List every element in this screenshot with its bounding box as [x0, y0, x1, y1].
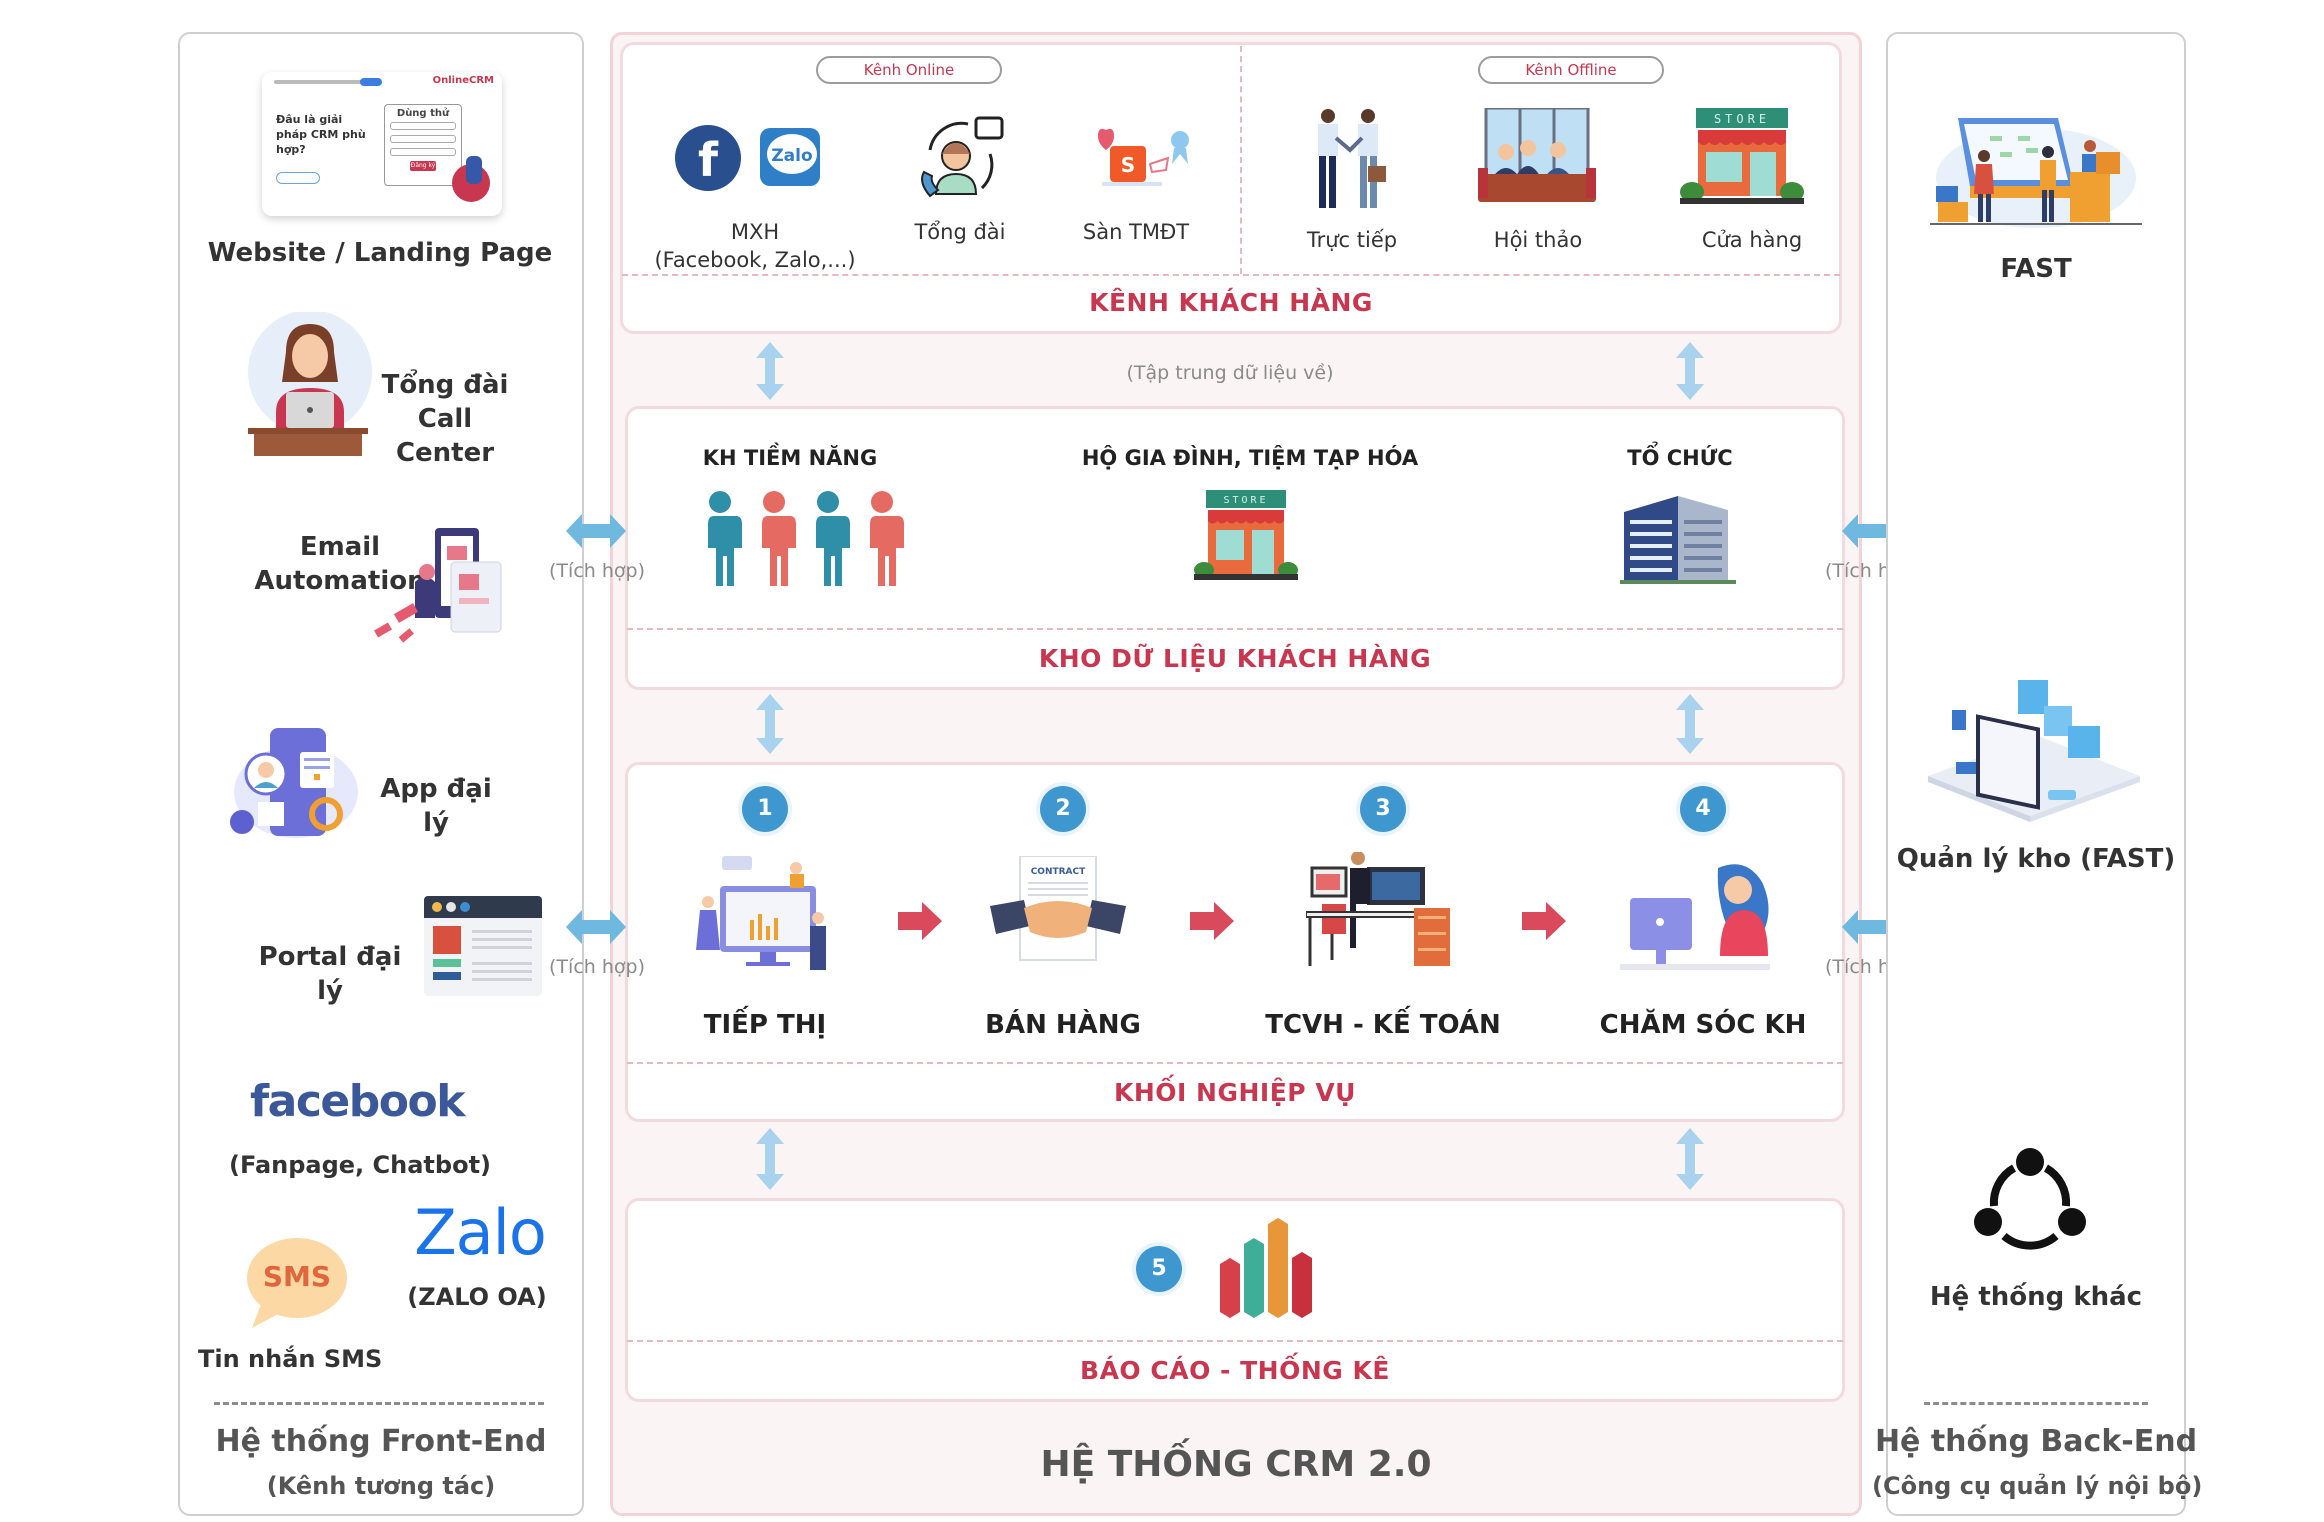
call-center-icon: [916, 116, 1006, 202]
mock-form-title: Dùng thử: [396, 108, 450, 119]
flow-arrow-icon: [898, 902, 942, 940]
vertical-double-arrow-icon: [1676, 694, 1704, 754]
accounting-icon: [1306, 852, 1458, 972]
flow-arrow-icon: [1190, 902, 1234, 940]
ecommerce-channel-label: Sàn TMĐT: [1082, 220, 1190, 244]
zalo-logo: Zalo: [414, 1196, 547, 1269]
svg-text:S: S: [1121, 153, 1135, 177]
vertical-double-arrow-icon: [756, 1128, 784, 1190]
sms-bubble-icon: SMS: [242, 1236, 352, 1330]
step-sales-label: BÁN HÀNG: [985, 1010, 1141, 1040]
crm-system-title: HỆ THỐNG CRM 2.0: [1040, 1444, 1432, 1485]
step-number-badge: 1: [742, 786, 788, 832]
handshake-icon: [1310, 108, 1390, 216]
offline-channel-pill: Kênh Offline: [1478, 56, 1664, 84]
front-end-divider: [214, 1402, 544, 1405]
website-label: Website / Landing Page: [207, 238, 553, 268]
households-label: HỘ GIA ĐÌNH, TIỆM TẠP HÓA: [1081, 446, 1419, 470]
vertical-double-arrow-icon: [756, 694, 784, 754]
facebook-label: (Fanpage, Chatbot): [228, 1151, 492, 1179]
people-group-icon: [694, 490, 910, 586]
svg-text:f: f: [698, 133, 719, 187]
reports-title: BÁO CÁO - THỐNG KÊ: [1080, 1356, 1390, 1385]
office-building-icon: [1616, 490, 1740, 586]
online-channel-pill: Kênh Online: [816, 56, 1002, 84]
back-end-title: Hệ thống Back-End: [1874, 1424, 2198, 1459]
seminar-channel-label: Hội thảo: [1493, 228, 1583, 252]
flow-arrow-icon: [1522, 902, 1566, 940]
website-landing-illustration: OnlineCRM Đâu là giải pháp CRM phù hợp? …: [262, 72, 502, 216]
warehouse-management-icon: [1928, 666, 2140, 822]
call-center-channel-label: Tổng đài: [914, 220, 1006, 244]
agent-portal-icon: [424, 896, 542, 996]
organization-label: TỔ CHỨC: [1627, 446, 1733, 470]
step-number-badge: 4: [1680, 786, 1726, 832]
vertical-double-arrow-icon: [756, 342, 784, 400]
grocery-store-icon: STORE: [1184, 490, 1308, 582]
vertical-double-arrow-icon: [1676, 342, 1704, 400]
step-number-badge: 3: [1360, 786, 1406, 832]
store-channel-label: Cửa hàng: [1701, 228, 1803, 252]
fast-label: FAST: [2000, 254, 2072, 284]
sms-label: Tin nhắn SMS: [198, 1345, 383, 1373]
vertical-double-arrow-icon: [1676, 1128, 1704, 1190]
email-automation-icon: [355, 522, 515, 652]
step-number-badge: 2: [1040, 786, 1086, 832]
direct-channel-label: Trực tiếp: [1306, 228, 1398, 252]
fast-accounting-icon: [1930, 108, 2142, 232]
mock-register-button: Đăng ký: [410, 161, 436, 171]
store-sign-text: STORE: [1223, 495, 1268, 506]
zalo-label: (ZALO OA): [407, 1283, 547, 1311]
online-offline-divider: [1240, 46, 1242, 274]
agent-portal-label: Portal đại lý: [258, 942, 402, 1006]
mock-headline: Đâu là giải pháp CRM phù hợp?: [276, 113, 366, 156]
svg-text:Zalo: Zalo: [771, 146, 812, 166]
back-end-subtitle: (Công cụ quản lý nội bộ): [1872, 1472, 2203, 1500]
front-end-title: Hệ thống Front-End: [215, 1424, 547, 1459]
warehouse-label: Quản lý kho (FAST): [1896, 844, 2176, 874]
agent-app-icon: [228, 722, 368, 842]
horizontal-double-arrow-icon: [566, 514, 626, 548]
agent-app-label: App đại lý: [380, 774, 492, 838]
ecommerce-icon: S: [1088, 124, 1194, 190]
store-sign-text: STORE: [1714, 112, 1770, 126]
business-operations-title: KHỐI NGHIỆP VỤ: [1114, 1078, 1356, 1107]
social-channel-label: MXH (Facebook, Zalo,...): [654, 220, 856, 272]
integration-note: (Tích hợp): [549, 956, 645, 978]
front-end-subtitle: (Kênh tương tác): [266, 1472, 496, 1500]
sales-contract-icon: CONTRACT: [990, 856, 1126, 968]
facebook-logo: facebook: [250, 1076, 465, 1127]
call-center-agent-icon: [246, 312, 376, 462]
collect-data-note: (Tập trung dữ liệu về): [1126, 362, 1334, 384]
customer-care-icon: [1620, 860, 1780, 972]
customer-data-title: KHO DỮ LIỆU KHÁCH HÀNG: [1038, 644, 1432, 673]
store-icon: STORE: [1680, 108, 1804, 206]
bar-chart-icon: [1216, 1218, 1332, 1318]
customer-channels-title: KÊNH KHÁCH HÀNG: [1089, 288, 1373, 317]
other-systems-share-icon: [1972, 1148, 2088, 1258]
step-customer-care-label: CHĂM SÓC KH: [1599, 1010, 1807, 1040]
facebook-zalo-icon: f Zalo: [674, 124, 824, 194]
step-accounting-label: TCVH - KẾ TOÁN: [1265, 1010, 1501, 1040]
marketing-icon: [690, 856, 846, 976]
call-center-label: Tổng đài Call Center: [381, 370, 509, 468]
step-marketing-label: TIẾP THỊ: [703, 1010, 827, 1040]
step-number-badge: 5: [1136, 1246, 1182, 1292]
potential-customers-label: KH TIỀM NĂNG: [702, 446, 878, 470]
contract-text: CONTRACT: [1031, 867, 1086, 877]
horizontal-double-arrow-icon: [566, 910, 626, 944]
integration-note: (Tích hợp): [549, 560, 645, 582]
mock-brand: OnlineCRM: [432, 75, 494, 86]
back-end-divider: [1924, 1402, 2148, 1405]
sms-bubble-text: SMS: [262, 1260, 332, 1293]
other-systems-label: Hệ thống khác: [1929, 1282, 2143, 1312]
meeting-icon: [1478, 108, 1596, 206]
